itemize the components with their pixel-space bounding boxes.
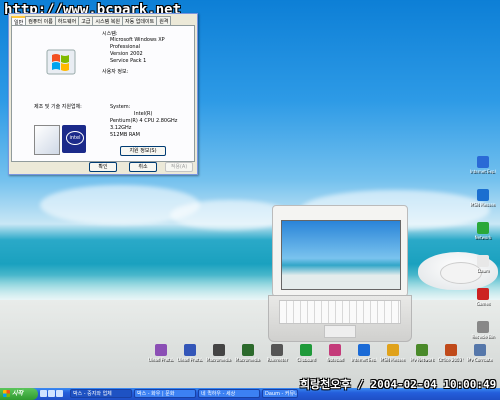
app-icon — [155, 344, 167, 356]
tab-general[interactable]: 일반 — [11, 16, 27, 26]
desktop-icon[interactable]: Internet Explorer — [351, 344, 377, 362]
windows-flag-icon — [3, 390, 10, 397]
app-icon — [477, 156, 489, 168]
desktop-icon[interactable]: Macromedia Fireworks — [206, 344, 232, 362]
app-icon — [477, 255, 489, 267]
tab-advanced[interactable]: 고급 — [78, 16, 94, 25]
desktop-icon-label: Ulead Photoimpact 10 — [177, 357, 203, 362]
desktop-icon[interactable]: Internet Explorer — [470, 156, 496, 174]
desktop-icon[interactable]: Clipboard — [293, 344, 319, 362]
computer-line: Pentium(R) 4 CPU 2.80GHz — [110, 118, 178, 124]
desktop-icon[interactable]: Daum — [470, 255, 496, 273]
clock-overlay: 희랑천오후 / 2004-02-04 10:00:49 — [300, 378, 497, 391]
system-line: Microsoft Windows XP — [110, 37, 165, 43]
desktop-icon[interactable]: Notepad — [322, 344, 348, 362]
desktop-icon[interactable]: Office 2003 Update — [438, 344, 464, 362]
tab-computer-name[interactable]: 컴퓨터 이름 — [25, 16, 56, 25]
start-button[interactable]: 시작 — [0, 388, 38, 400]
start-label: 시작 — [12, 390, 24, 397]
desktop-icon-label: Office 2003 Update — [438, 357, 464, 362]
system-properties-dialog: 일반 컴퓨터 이름 하드웨어 고급 시스템 복원 자동 업데이트 원격 시스템:… — [8, 13, 198, 175]
app-icon — [242, 344, 254, 356]
app-icon — [416, 344, 428, 356]
desktop-icon-label: MSN Messenger — [470, 202, 496, 207]
desktop-icon[interactable]: MSN Messenger — [380, 344, 406, 362]
tab-automatic-updates[interactable]: 자동 업데이트 — [122, 16, 158, 25]
cancel-button[interactable]: 취소 — [129, 162, 157, 172]
app-icon — [387, 344, 399, 356]
tab-system-restore[interactable]: 시스템 복원 — [92, 16, 123, 25]
desktop-icon[interactable]: My Computer — [467, 344, 493, 362]
app-icon — [271, 344, 283, 356]
desktop-icon[interactable]: Ulead Photoimpact 10 — [177, 344, 203, 362]
app-icon — [213, 344, 225, 356]
show-desktop-icon[interactable] — [40, 390, 47, 397]
desktop-icon-label: Rainmeter — [266, 357, 288, 362]
desktop-icon-label: Recycle Bin — [471, 334, 495, 339]
taskbar-button[interactable]: 박스 - 화우 | 문화 — [134, 389, 196, 398]
desktop-icon-label: Daum — [477, 268, 489, 273]
computer-heading: System: — [110, 104, 131, 110]
app-icon — [477, 222, 489, 234]
taskbar-button[interactable]: 네 퀵하우 - 세상 — [198, 389, 260, 398]
computer-line: Intel(R) — [134, 111, 153, 117]
app-icon — [329, 344, 341, 356]
tab-hardware[interactable]: 하드웨어 — [54, 16, 80, 25]
app-icon — [300, 344, 312, 356]
app-icon — [477, 321, 489, 333]
desktop-icon[interactable]: My Network — [409, 344, 435, 362]
desktop-icon-label: Games — [476, 301, 490, 306]
media-player-icon[interactable] — [56, 390, 63, 397]
desktop-icon-label: Ulead Photoimpact 10 — [148, 357, 174, 362]
app-icon — [184, 344, 196, 356]
general-tab-panel: 시스템: Microsoft Windows XP Professional V… — [11, 25, 195, 162]
dialog-tabs: 일반 컴퓨터 이름 하드웨어 고급 시스템 복원 자동 업데이트 원격 — [11, 16, 195, 26]
computer-line: 512MB RAM — [110, 132, 140, 138]
desktop-icon-label: Clipboard — [296, 357, 316, 362]
desktop-icon-label: Notepad — [326, 357, 344, 362]
tab-remote[interactable]: 원격 — [156, 16, 172, 25]
app-icon — [474, 344, 486, 356]
system-line: Version 2002 — [110, 51, 143, 57]
intel-inside-icon: intel — [62, 125, 86, 153]
desktop-icon[interactable]: Ulead Photoimpact 10 — [148, 344, 174, 362]
maker-heading: 제조 및 기술 지원업체: — [34, 104, 82, 110]
app-icon — [445, 344, 457, 356]
desktop-icon-label: Internet Explorer — [351, 357, 377, 362]
desktop-icon-label: Network — [474, 235, 492, 240]
desktop-icon[interactable]: MSN Messenger — [470, 189, 496, 207]
quick-launch — [40, 390, 66, 398]
app-icon — [477, 189, 489, 201]
windows-logo-icon — [46, 49, 76, 75]
registered-heading: 사용자 정보: — [102, 69, 129, 75]
desktop-icon-label: Macromedia Dreamweaver — [235, 357, 261, 362]
desktop-icon-label: Internet Explorer — [470, 169, 496, 174]
desktop-icon[interactable]: Macromedia Dreamweaver — [235, 344, 261, 362]
system-line: Professional — [110, 44, 141, 50]
desktop-icon[interactable]: Games — [470, 288, 496, 306]
system-heading: 시스템: — [102, 31, 118, 37]
desktop-icon[interactable]: Network — [470, 222, 496, 240]
apply-button[interactable]: 적용(A) — [165, 162, 193, 172]
desktop-icon-label: Macromedia Fireworks — [206, 357, 232, 362]
desktop-icon-label: MSN Messenger — [380, 357, 406, 362]
taskbar-button[interactable]: Daum - 커뮤니티 — [262, 389, 298, 398]
internet-explorer-icon[interactable] — [48, 390, 55, 397]
windows-xp-box-icon — [34, 125, 60, 155]
desktop-icon-label: My Network — [410, 357, 434, 362]
taskbar-button[interactable]: 박스 - 중지와 업체 — [70, 389, 132, 398]
computer-line: 3.12GHz — [110, 125, 132, 131]
laptop-image — [268, 205, 412, 342]
support-info-button[interactable]: 지원 정보(S) — [120, 146, 166, 156]
desktop-icon[interactable]: Recycle Bin — [470, 321, 496, 339]
desktop-icon-label: My Computer — [467, 357, 493, 362]
app-icon — [358, 344, 370, 356]
ok-button[interactable]: 확인 — [89, 162, 117, 172]
system-line: Service Pack 1 — [110, 58, 147, 64]
desktop-icon[interactable]: Rainmeter — [264, 344, 290, 362]
app-icon — [477, 288, 489, 300]
